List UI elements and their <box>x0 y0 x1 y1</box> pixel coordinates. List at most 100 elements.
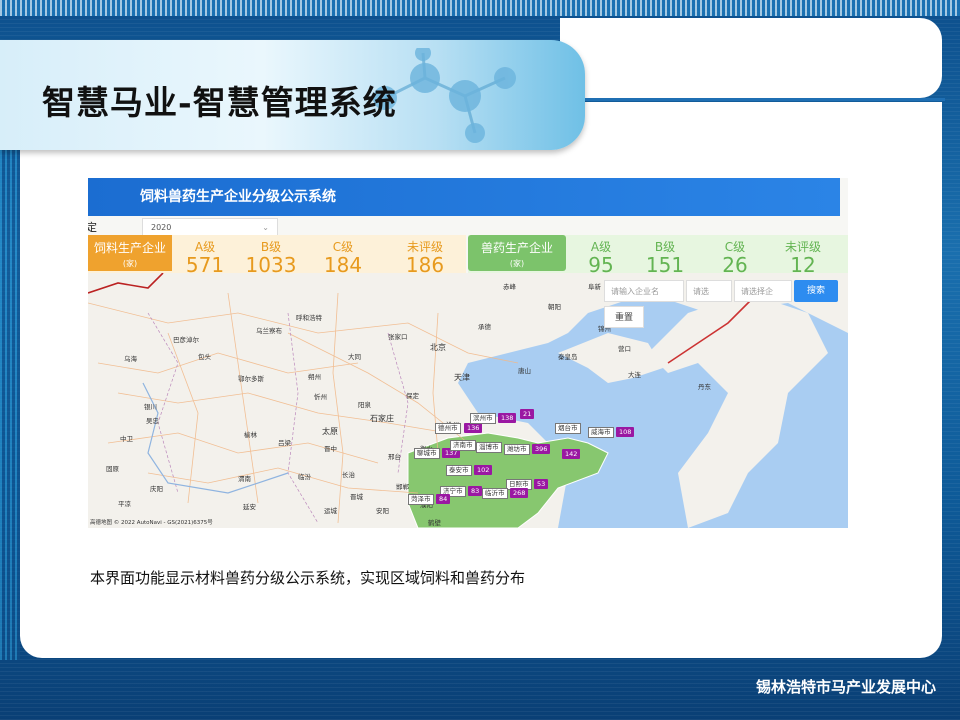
province-marker-count[interactable]: 84 <box>436 494 451 504</box>
map-city: 张家口 <box>388 333 408 341</box>
grade-count: 12 <box>790 253 816 277</box>
slide-caption: 本界面功能显示材料兽药分级公示系统，实现区域饲料和兽药分布 <box>90 569 526 587</box>
province-marker-label[interactable]: 临沂市 <box>482 488 508 499</box>
vet-grade-c: C级 26 <box>700 235 770 275</box>
map-city: 邢台 <box>388 453 401 461</box>
grade-count: 1033 <box>245 253 297 277</box>
feed-grade-c: C级 184 <box>308 235 378 275</box>
map-city: 赤峰 <box>503 283 516 291</box>
map-city: 平凉 <box>118 500 131 508</box>
map-city: 大连 <box>628 371 641 379</box>
search-panel: 请输入企业名 请选 请选择企 搜索 重置 <box>600 278 840 328</box>
province-marker-count[interactable]: 136 <box>464 423 483 433</box>
map-city: 中卫 <box>120 435 133 443</box>
grade-count: 26 <box>722 253 748 277</box>
vet-label: 兽药生产企业 <box>480 241 553 255</box>
map-city: 鹤壁 <box>428 519 441 527</box>
map-city: 承德 <box>478 323 491 331</box>
map-city: 晋中 <box>324 445 337 453</box>
province-marker-count[interactable]: 268 <box>510 488 529 498</box>
enterprise-name-input[interactable]: 请输入企业名 <box>604 280 684 302</box>
province-marker-label[interactable]: 济南市 <box>450 440 476 451</box>
map-city: 吴忠 <box>146 417 159 425</box>
filter-select-1[interactable]: 请选 <box>686 280 732 302</box>
province-marker-count[interactable]: 102 <box>474 465 493 475</box>
map-city: 乌兰察布 <box>256 327 282 335</box>
map-city: 渭南 <box>238 475 251 483</box>
map-copyright: 高德地图 © 2022 AutoNavi - GS(2021)6375号 <box>90 520 213 526</box>
map-city: 大同 <box>348 353 361 361</box>
map-city: 晋城 <box>350 493 363 501</box>
vet-grade-unrated: 未评级 12 <box>768 235 838 275</box>
feed-unit: (家) <box>122 259 138 268</box>
map-city: 乌海 <box>124 355 137 363</box>
filter-select-2[interactable]: 请选择企 <box>734 280 792 302</box>
vet-stats: 兽药生产企业 (家) A级 95 B级 151 C级 26 未评级 12 <box>468 235 848 277</box>
province-marker-label[interactable]: 潍坊市 <box>504 444 530 455</box>
map-city: 临汾 <box>298 473 311 481</box>
map-city: 天津 <box>454 373 470 382</box>
map-city: 银川 <box>144 403 157 411</box>
province-marker-label[interactable]: 烟台市 <box>555 423 581 434</box>
map-city: 庆阳 <box>150 485 163 493</box>
map-city: 秦皇岛 <box>558 353 578 361</box>
grade-count: 186 <box>405 253 445 277</box>
feed-grade-unrated: 未评级 186 <box>390 235 460 275</box>
grade-count: 184 <box>323 253 363 277</box>
map-city: 保定 <box>406 392 419 400</box>
province-marker-count[interactable]: 83 <box>468 486 483 496</box>
feed-grade-b: B级 1033 <box>236 235 306 275</box>
province-marker-label[interactable]: 菏泽市 <box>408 494 434 505</box>
province-marker-count[interactable]: 142 <box>562 449 581 459</box>
map-city: 朝阳 <box>548 303 561 311</box>
background-top-stripe <box>0 0 960 16</box>
reset-button[interactable]: 重置 <box>604 306 644 328</box>
map-city: 鄂尔多斯 <box>238 375 264 383</box>
map-city: 丹东 <box>698 383 711 391</box>
title-rule <box>585 98 945 101</box>
province-marker-count[interactable]: 53 <box>534 479 549 489</box>
map-city: 石家庄 <box>370 414 394 423</box>
feed-badge: 饲料生产企业 (家) <box>88 235 172 271</box>
vet-grade-b: B级 151 <box>630 235 700 275</box>
province-marker-label[interactable]: 淄博市 <box>476 442 502 453</box>
province-marker-label[interactable]: 德州市 <box>435 423 461 434</box>
map-city: 北京 <box>430 343 446 352</box>
province-marker-label[interactable]: 威海市 <box>588 427 614 438</box>
grade-count: 151 <box>645 253 685 277</box>
province-marker-count[interactable]: 396 <box>532 444 551 454</box>
province-marker-count[interactable]: 138 <box>498 413 517 423</box>
province-marker-count[interactable]: 108 <box>616 427 635 437</box>
system-title: 饲料兽药生产企业分级公示系统 <box>140 189 336 205</box>
map-city: 朔州 <box>308 373 321 381</box>
feed-grade-a: A级 571 <box>170 235 240 275</box>
map-city: 安阳 <box>376 507 389 515</box>
header-panel <box>560 18 942 98</box>
map-city: 巴彦淖尔 <box>173 336 199 344</box>
year-select[interactable]: 2020 ⌄ <box>142 218 278 236</box>
map-city: 邯郸 <box>396 483 409 491</box>
map-city: 阳泉 <box>358 401 371 409</box>
grade-count: 571 <box>185 253 225 277</box>
province-marker-label[interactable]: 滨州市 <box>470 413 496 424</box>
province-marker-label[interactable]: 泰安市 <box>446 465 472 476</box>
year-value: 2020 <box>151 223 172 232</box>
map-city: 忻州 <box>314 393 327 401</box>
map-city: 唐山 <box>518 367 531 375</box>
grade-count: 95 <box>588 253 614 277</box>
system-header: 饲料兽药生产企业分级公示系统 <box>88 178 840 216</box>
page-title: 智慧马业-智慧管理系统 <box>42 83 397 122</box>
province-marker-count[interactable]: 21 <box>520 409 535 419</box>
footer-organization: 锡林浩特市马产业发展中心 <box>755 678 936 696</box>
map-city: 榆林 <box>244 431 257 439</box>
map-city: 延安 <box>243 503 256 511</box>
vet-badge: 兽药生产企业 (家) <box>468 235 566 271</box>
map-city: 运城 <box>324 507 337 515</box>
feed-label: 饲料生产企业 <box>93 241 166 255</box>
system-screenshot: 饲料兽药生产企业分级公示系统 定年份: 2020 ⌄ 饲料生产企业 (家) A级… <box>88 178 848 528</box>
search-button[interactable]: 搜索 <box>794 280 838 302</box>
background-left-stripe <box>0 150 20 660</box>
vet-unit: (家) <box>509 259 525 268</box>
province-marker-label[interactable]: 聊城市 <box>414 448 440 459</box>
map-city: 包头 <box>198 353 211 361</box>
